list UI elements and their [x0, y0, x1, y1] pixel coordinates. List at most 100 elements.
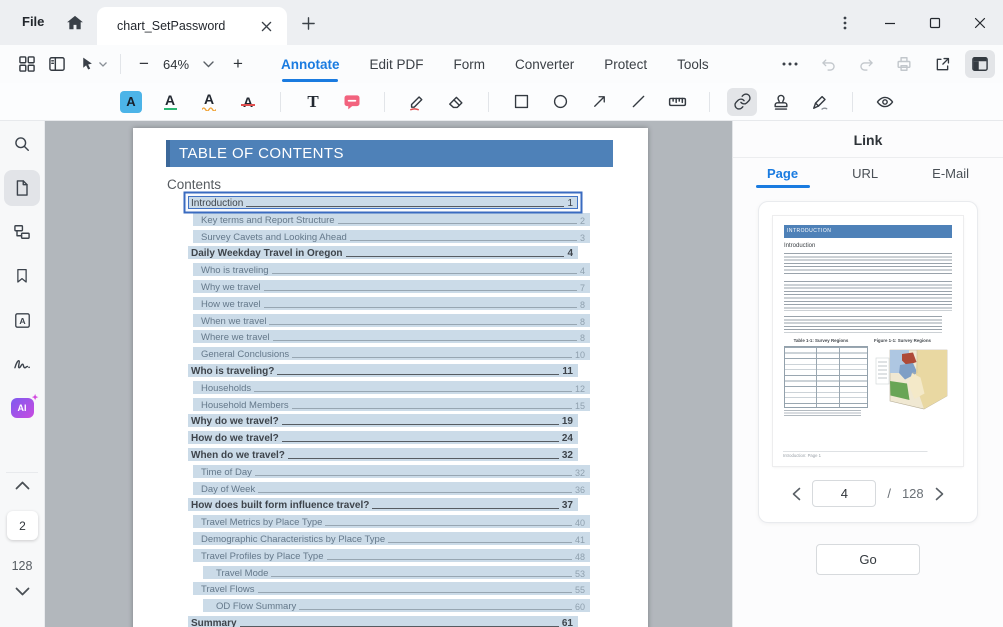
zoom-level[interactable]: 64%	[159, 57, 193, 72]
toc-entry[interactable]: Travel Profiles by Place Type48	[193, 549, 590, 562]
signature-tool[interactable]	[805, 88, 835, 116]
toc-entry[interactable]: Households12	[193, 381, 590, 394]
toc-entry[interactable]: Who is traveling?11	[188, 364, 578, 377]
toc-entry-selected[interactable]: Introduction1	[188, 196, 578, 209]
stamp-tool[interactable]	[766, 88, 796, 116]
toc-entry[interactable]: Where we travel8	[193, 330, 590, 343]
close-window-button[interactable]	[965, 8, 995, 38]
toc-entry[interactable]: Why we travel7	[193, 280, 590, 293]
toc-entry[interactable]: Summary61	[188, 616, 578, 627]
toc-entry[interactable]: General Conclusions10	[193, 347, 590, 360]
minimize-button[interactable]	[875, 8, 905, 38]
toc-entry[interactable]: When we travel8	[193, 314, 590, 327]
next-page-icon[interactable]	[935, 487, 944, 501]
toc-entry[interactable]: Daily Weekday Travel in Oregon4	[188, 246, 578, 259]
toc-entry[interactable]: Household Members15	[193, 398, 590, 411]
sidebar-item-signatures[interactable]	[4, 346, 40, 382]
comment-tool[interactable]	[337, 88, 367, 116]
page-up-icon	[15, 481, 30, 490]
squiggly-bar	[202, 107, 216, 111]
toc-entry[interactable]: When do we travel?32	[188, 448, 578, 461]
export-button[interactable]	[927, 50, 957, 78]
highlight-tool[interactable]: A	[116, 88, 146, 116]
home-icon	[64, 12, 86, 34]
underline-tool[interactable]: A	[155, 88, 185, 116]
sidebar-item-search[interactable]	[4, 126, 40, 162]
more-tools-button[interactable]	[775, 50, 805, 78]
toc-entry[interactable]: Day of Week36	[193, 482, 590, 495]
document-tab[interactable]: chart_SetPassword	[97, 7, 287, 45]
sidebar-item-ai[interactable]: AI	[4, 390, 40, 426]
current-page-input[interactable]: 2	[7, 511, 38, 540]
maximize-button[interactable]	[920, 8, 950, 38]
sidebar-item-pages[interactable]	[4, 170, 40, 206]
tab-tools[interactable]: Tools	[677, 45, 709, 83]
rectangle-tool[interactable]	[506, 88, 536, 116]
table-line	[816, 347, 817, 407]
print-button[interactable]	[889, 50, 919, 78]
panel-layout-button[interactable]	[42, 50, 72, 78]
toc-entry[interactable]: OD Flow Summary60	[203, 599, 590, 612]
toc-entry[interactable]: How do we travel?24	[188, 431, 578, 444]
tab-edit-pdf[interactable]: Edit PDF	[370, 45, 424, 83]
preview-paragraph	[784, 281, 952, 311]
toc-entry[interactable]: How we travel8	[193, 297, 590, 310]
line-tool[interactable]	[623, 88, 653, 116]
squiggly-underline-tool[interactable]: A	[194, 88, 224, 116]
arrow-tool[interactable]	[584, 88, 614, 116]
zoom-out-button[interactable]: −	[129, 50, 159, 78]
next-page-button[interactable]	[0, 587, 44, 596]
textbox-tool[interactable]: T	[298, 88, 328, 116]
ellipse-tool[interactable]	[545, 88, 575, 116]
link-tab-url[interactable]: URL	[852, 166, 878, 188]
undo-icon	[819, 55, 838, 74]
prev-page-icon[interactable]	[792, 487, 801, 501]
sidebar-item-bookmarks[interactable]	[4, 258, 40, 294]
toc-entry-label: Day of Week	[201, 484, 255, 495]
link-tab-page[interactable]: Page	[767, 166, 798, 188]
sidebar-item-outline[interactable]	[4, 214, 40, 250]
toc-entry[interactable]: Travel Flows55	[193, 582, 590, 595]
tab-form[interactable]: Form	[454, 45, 486, 83]
select-tool-button[interactable]	[72, 50, 112, 78]
add-tab-button[interactable]	[296, 11, 320, 35]
go-button[interactable]: Go	[816, 544, 920, 575]
file-menu[interactable]: File	[16, 12, 50, 31]
visibility-tool[interactable]	[870, 88, 900, 116]
sidebar-separator	[6, 472, 38, 473]
measure-tool[interactable]	[662, 88, 692, 116]
sidebar-item-annotations[interactable]: A	[4, 302, 40, 338]
redo-button[interactable]	[851, 50, 881, 78]
thumbnail-grid-button[interactable]	[12, 50, 42, 78]
toc-entry[interactable]: Why do we travel?19	[188, 414, 578, 427]
more-menu-button[interactable]	[830, 8, 860, 38]
document-viewer[interactable]: TABLE OF CONTENTS Contents Introduction1…	[45, 121, 732, 627]
toc-entry[interactable]: Travel Metrics by Place Type40	[193, 515, 590, 528]
zoom-dropdown-button[interactable]	[193, 50, 223, 78]
tab-converter[interactable]: Converter	[515, 45, 574, 83]
undo-button[interactable]	[813, 50, 843, 78]
toc-entry[interactable]: Survey Cavets and Looking Ahead3	[193, 230, 590, 243]
strikethrough-tool[interactable]: A	[233, 88, 263, 116]
toc-entry-page: 53	[575, 569, 585, 579]
link-tab-e-mail[interactable]: E-Mail	[932, 166, 969, 188]
toc-entry[interactable]: Demographic Characteristics by Place Typ…	[193, 532, 590, 545]
pencil-tool[interactable]	[402, 88, 432, 116]
link-tool[interactable]	[727, 88, 757, 116]
previous-page-button[interactable]	[0, 481, 44, 490]
toc-entry[interactable]: Time of Day32	[193, 465, 590, 478]
toc-entry[interactable]: Travel Mode53	[203, 566, 590, 579]
panel-toggle-button[interactable]	[965, 50, 995, 78]
tab-annotate[interactable]: Annotate	[281, 45, 340, 83]
toc-entry[interactable]: Who is traveling4	[193, 263, 590, 276]
toc-leader	[258, 592, 572, 593]
eraser-tool[interactable]	[441, 88, 471, 116]
tab-protect[interactable]: Protect	[604, 45, 647, 83]
target-page-input[interactable]	[812, 480, 876, 507]
home-button[interactable]	[62, 10, 88, 36]
toc-entry[interactable]: Key terms and Report Structure2	[193, 213, 590, 226]
tab-close-button[interactable]	[255, 15, 277, 37]
toc-entry[interactable]: How does built form influence travel?37	[188, 498, 578, 511]
toc-leader	[327, 559, 572, 560]
zoom-in-button[interactable]: +	[223, 50, 253, 78]
